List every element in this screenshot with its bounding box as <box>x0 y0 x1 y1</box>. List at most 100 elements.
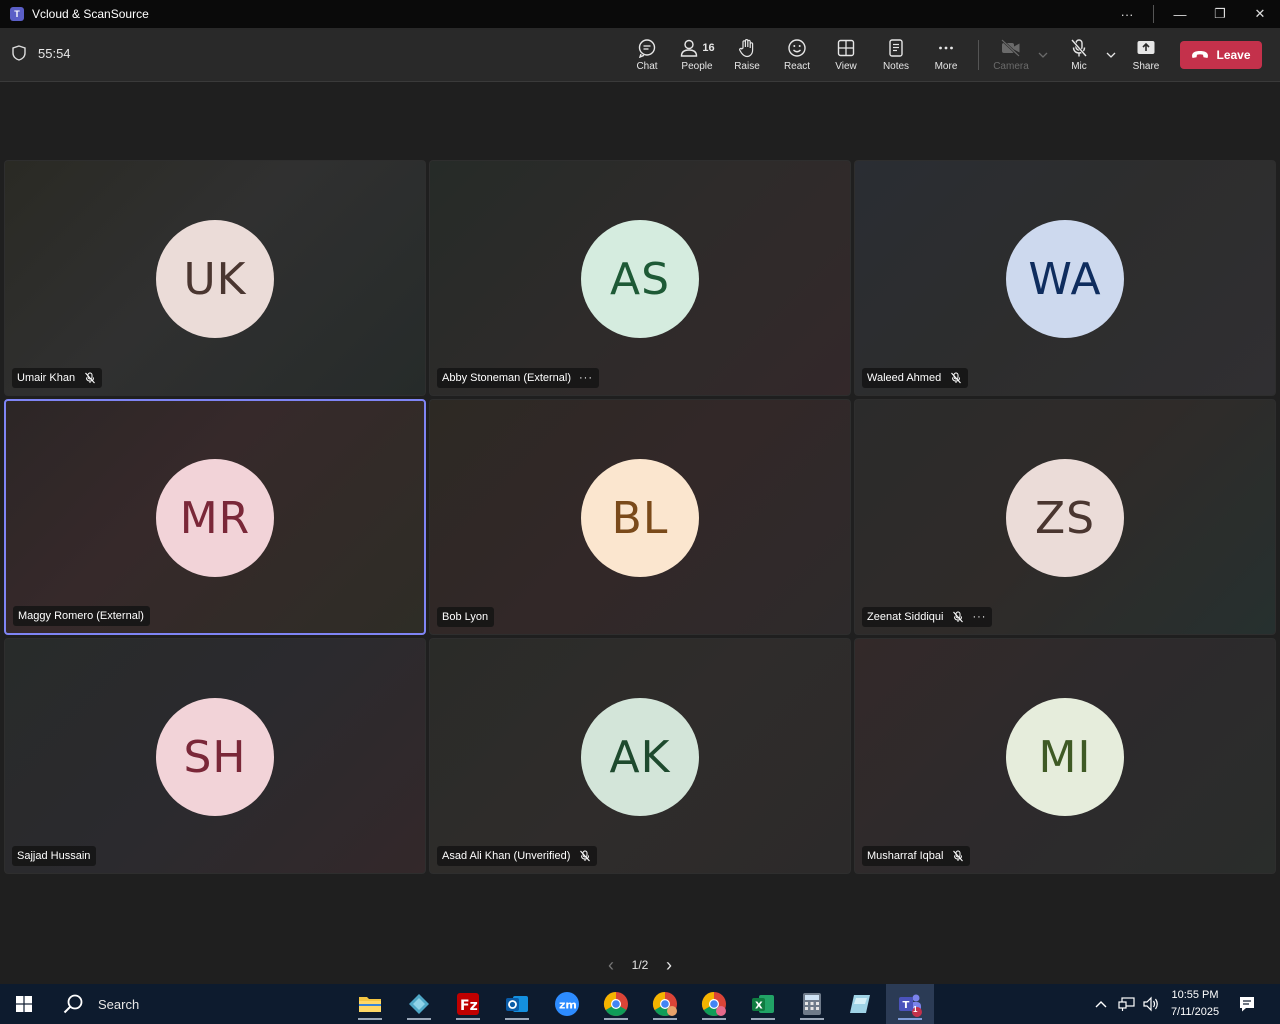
camera-label: Camera <box>993 61 1029 72</box>
mic-button[interactable]: Mic <box>1054 36 1104 76</box>
zoom-icon[interactable]: zm <box>551 988 583 1020</box>
running-indicator <box>898 1018 922 1020</box>
participant-tile[interactable]: MI Musharraf Iqbal <box>854 638 1276 874</box>
muted-indicator <box>950 372 962 384</box>
share-label: Share <box>1132 61 1160 72</box>
participant-tile[interactable]: MR Maggy Romero (External) <box>4 399 426 635</box>
participant-tile[interactable]: BL Bob Lyon <box>429 399 851 635</box>
participant-avatar: SH <box>156 698 274 816</box>
notification-center-button[interactable] <box>1238 984 1256 1024</box>
grid-pager: ‹ 1/2 › <box>608 955 672 976</box>
smiley-icon <box>788 39 806 57</box>
restore-button[interactable]: ❐ <box>1200 0 1240 28</box>
participant-more-options-icon[interactable]: ··· <box>579 372 593 384</box>
raise-hand-button[interactable]: Raise <box>722 36 772 76</box>
chat-label: Chat <box>636 61 658 72</box>
participant-tile[interactable]: ZS Zeenat Siddiqui ··· <box>854 399 1276 635</box>
hang-up-icon <box>1192 51 1209 58</box>
participant-avatar: WA <box>1006 220 1124 338</box>
participant-name-tag: Maggy Romero (External) <box>13 606 150 626</box>
search-label: Search <box>98 996 140 1012</box>
participant-name: Bob Lyon <box>442 611 489 623</box>
muted-indicator <box>579 850 591 862</box>
search-icon <box>63 994 83 1014</box>
running-indicator <box>407 1018 431 1020</box>
mic-options-chevron-icon[interactable] <box>1104 48 1118 62</box>
participant-name: Umair Khan <box>17 372 76 384</box>
start-button[interactable] <box>8 984 40 1024</box>
volume-icon[interactable] <box>1142 996 1160 1012</box>
participant-name-tag: Asad Ali Khan (Unverified) <box>437 846 598 866</box>
more-button[interactable]: More <box>921 36 971 76</box>
close-button[interactable]: ✕ <box>1240 0 1280 28</box>
react-button[interactable]: React <box>772 36 822 76</box>
participant-name: Musharraf Iqbal <box>867 850 944 862</box>
timer-text: 55:54 <box>38 45 71 61</box>
previous-page-button[interactable]: ‹ <box>608 955 614 976</box>
excel-icon[interactable]: X <box>747 988 779 1020</box>
notes-button[interactable]: Notes <box>871 36 921 76</box>
running-indicator <box>800 1018 824 1020</box>
participant-name-tag: Abby Stoneman (External) ··· <box>437 368 600 388</box>
outlook-icon[interactable] <box>501 988 533 1020</box>
mic-off-icon <box>953 850 964 862</box>
people-button[interactable]: 16 People <box>672 36 722 76</box>
notes-app-icon[interactable] <box>845 988 877 1020</box>
view-button[interactable]: View <box>821 36 871 76</box>
taskbar-search[interactable]: Search <box>50 984 139 1024</box>
participant-name-tag: Bob Lyon <box>437 607 495 627</box>
leave-button[interactable]: Leave <box>1180 41 1262 69</box>
participant-avatar: BL <box>581 459 699 577</box>
clock-date: 7/11/2025 <box>1170 1006 1220 1018</box>
running-indicator <box>751 1018 775 1020</box>
notes-label: Notes <box>882 61 910 72</box>
calculator-icon[interactable] <box>796 988 828 1020</box>
chrome-profile-2-icon[interactable] <box>649 988 681 1020</box>
participant-name: Asad Ali Khan (Unverified) <box>442 850 571 862</box>
mic-off-icon <box>951 372 962 384</box>
windows-taskbar: Search Fz zm X T 1 10:55 PM 7/11/2025 <box>0 984 1280 1024</box>
participant-name: Abby Stoneman (External) <box>442 372 572 384</box>
window-titlebar: T Vcloud & ScanSource ··· — ❐ ✕ <box>0 0 1280 28</box>
running-indicator <box>505 1018 529 1020</box>
share-button[interactable]: Share <box>1121 36 1171 76</box>
view-label: View <box>835 61 857 72</box>
notes-icon <box>889 39 903 57</box>
participant-avatar: AK <box>581 698 699 816</box>
chrome-profile-3-icon[interactable] <box>698 988 730 1020</box>
next-page-button[interactable]: › <box>666 955 672 976</box>
participant-name-tag: Zeenat Siddiqui ··· <box>862 607 993 627</box>
participant-tile[interactable]: AK Asad Ali Khan (Unverified) <box>429 638 851 874</box>
people-label: People <box>681 61 713 72</box>
running-indicator <box>358 1018 382 1020</box>
chat-icon <box>638 39 656 58</box>
participant-tile[interactable]: AS Abby Stoneman (External) ··· <box>429 160 851 396</box>
chevron-up-icon[interactable] <box>1094 999 1108 1009</box>
taskbar-clock[interactable]: 10:55 PM 7/11/2025 <box>1160 987 1230 1021</box>
participant-tile[interactable]: WA Waleed Ahmed <box>854 160 1276 396</box>
file-explorer-icon[interactable] <box>354 988 386 1020</box>
camera-options-chevron-icon[interactable] <box>1036 48 1050 62</box>
muted-indicator <box>952 850 964 862</box>
participant-name-tag: Musharraf Iqbal <box>862 846 971 866</box>
mic-off-icon <box>580 850 591 862</box>
chrome-icon[interactable] <box>600 988 632 1020</box>
svg-text:T: T <box>903 1000 910 1011</box>
teams-icon[interactable]: T 1 <box>894 988 926 1020</box>
participant-more-options-icon[interactable]: ··· <box>972 611 986 623</box>
more-label: More <box>934 61 958 72</box>
participant-avatar: MI <box>1006 698 1124 816</box>
mic-label: Mic <box>1071 61 1087 72</box>
chat-button[interactable]: Chat <box>622 36 672 76</box>
participant-tile[interactable]: UK Umair Khan <box>4 160 426 396</box>
window-more-button[interactable]: ··· <box>1107 0 1147 28</box>
camera-button[interactable]: Camera <box>986 36 1036 76</box>
svg-text:zm: zm <box>559 999 577 1012</box>
filezilla-icon[interactable]: Fz <box>452 988 484 1020</box>
diamond-app-icon[interactable] <box>403 988 435 1020</box>
participant-tile[interactable]: SH Sajjad Hussain <box>4 638 426 874</box>
people-icon <box>681 39 698 57</box>
minimize-button[interactable]: — <box>1160 0 1200 28</box>
titlebar-divider <box>1153 5 1154 23</box>
network-icon[interactable] <box>1118 996 1136 1012</box>
